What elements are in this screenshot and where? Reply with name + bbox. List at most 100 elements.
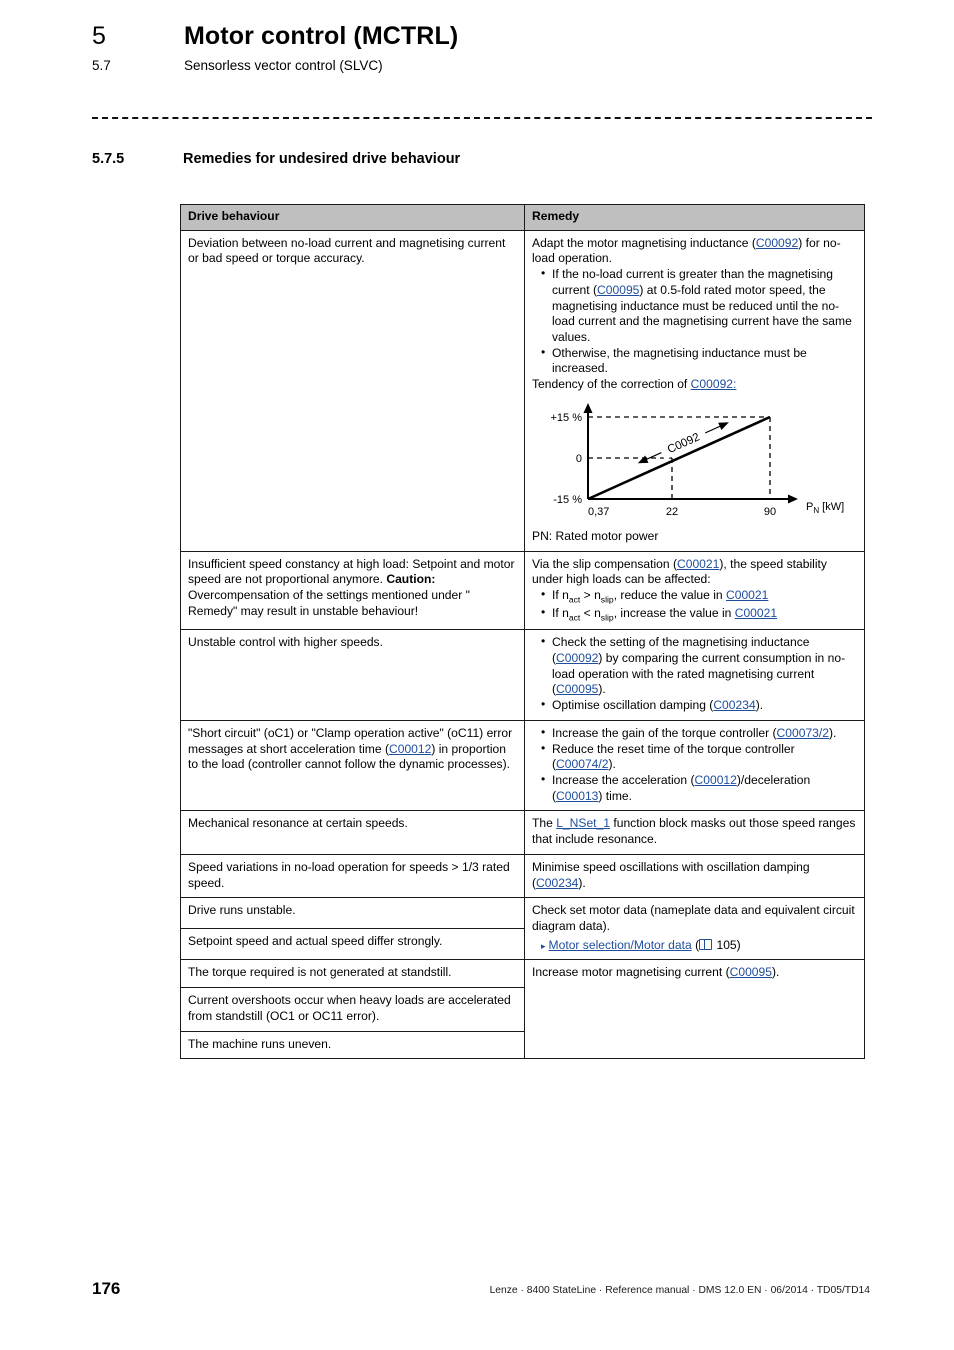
bullet-text: Increase the acceleration (: [552, 772, 695, 787]
remedy-bullet-list: If nact > nslip, reduce the value in C00…: [532, 587, 857, 624]
param-link-c00234[interactable]: C00234: [536, 876, 578, 890]
header-chapter-row: 5 Motor control (MCTRL): [92, 22, 872, 51]
list-item: If the no-load current is greater than t…: [541, 266, 857, 346]
behaviour-text: Insufficient speed constancy at high loa…: [188, 556, 515, 587]
param-link-c00234[interactable]: C00234: [713, 698, 755, 712]
table-row: Deviation between no-load current and ma…: [180, 229, 865, 552]
remedy-bullet-list: Increase the gain of the torque controll…: [532, 725, 857, 805]
footer-imprint: Lenze · 8400 StateLine · Reference manua…: [489, 1285, 870, 1296]
list-item: If nact < nslip, increase the value in C…: [541, 605, 857, 624]
list-item: Optimise oscillation damping (C00234).: [541, 697, 857, 714]
cell-behaviour: The machine runs uneven.: [180, 1030, 525, 1060]
subscript-act: act: [568, 594, 581, 605]
cell-behaviour: The torque required is not generated at …: [180, 959, 525, 989]
param-link-c00092[interactable]: C00092: [756, 236, 798, 250]
table-row: The torque required is not generated at …: [180, 959, 865, 1060]
param-link-c00095[interactable]: C00095: [730, 965, 772, 979]
bullet-text-post: , reduce the value in: [613, 588, 726, 603]
remedies-table: Drive behaviour Remedy Deviation between…: [180, 204, 865, 1060]
correction-tendency-chart: C0092 +15 % 0 -15 % 0,37 22 90 PN [kW]: [532, 399, 857, 527]
chart-ytick-top: +15 %: [551, 412, 583, 424]
tendency-line: Tendency of the correction of C00092:: [532, 377, 857, 393]
bullet-text: Optimise oscillation damping (: [552, 698, 714, 713]
remedy-text-cont: ).: [578, 875, 586, 890]
bullet-text: If n: [552, 605, 569, 620]
param-link-c00095[interactable]: C00095: [556, 682, 598, 696]
chapter-number: 5: [92, 22, 107, 50]
subscript-act: act: [568, 612, 581, 623]
bullet-text-post: ).: [608, 757, 616, 772]
triangle-right-icon: ▸: [541, 940, 546, 951]
header-section-number: 5.7: [92, 58, 111, 73]
table-header-row: Drive behaviour Remedy: [180, 204, 865, 231]
book-icon: [699, 938, 713, 950]
param-link-c00013[interactable]: C00013: [556, 789, 598, 803]
cell-behaviour: Insufficient speed constancy at high loa…: [180, 550, 525, 631]
document-page: 5 Motor control (MCTRL) 5.7 Sensorless v…: [0, 0, 954, 1350]
param-link-c00074-2[interactable]: C00074/2: [556, 757, 608, 771]
table-row: Speed variations in no-load operation fo…: [180, 853, 865, 899]
cross-reference[interactable]: ▸ Motor selection/Motor data ( 105): [532, 938, 857, 954]
remedy-text-cont: ).: [772, 965, 780, 980]
table-row: Insufficient speed constancy at high loa…: [180, 550, 865, 631]
cell-behaviour: Unstable control with higher speeds.: [180, 629, 525, 721]
list-item: Reduce the reset time of the torque cont…: [541, 741, 857, 773]
cell-behaviour: "Short circuit" (oC1) or "Clamp operatio…: [180, 719, 525, 812]
param-link-c00012[interactable]: C00012: [389, 742, 431, 756]
cell-remedy: Increase the gain of the torque controll…: [524, 719, 865, 812]
caution-text: Overcompensation of the settings mention…: [188, 588, 470, 618]
bullet-text-post: ).: [755, 698, 764, 713]
chart-xtick-1: 22: [666, 506, 678, 518]
bullet-text-post: , increase the value in: [613, 605, 735, 620]
chart-annotation-group: C0092: [637, 422, 729, 464]
table-row: Mechanical resonance at certain speeds. …: [180, 810, 865, 855]
arrow-left-icon: [637, 455, 649, 464]
cell-remedy: Check set motor data (nameplate data and…: [524, 897, 865, 961]
cell-behaviour: Drive runs unstable.: [180, 897, 525, 930]
cell-behaviour: Speed variations in no-load operation fo…: [180, 853, 525, 899]
list-item: Otherwise, the magnetising inductance mu…: [541, 345, 857, 377]
chart-caption: PN: Rated motor power: [532, 528, 659, 543]
remedy-text: Via the slip compensation (: [532, 556, 677, 571]
remedy-text: Increase motor magnetising current (: [532, 965, 730, 980]
caution-label: Caution:: [386, 572, 436, 587]
tendency-text: Tendency of the correction of: [532, 377, 691, 392]
table-row: "Short circuit" (oC1) or "Clamp operatio…: [180, 719, 865, 812]
cell-behaviour: Current overshoots occur when heavy load…: [180, 987, 525, 1032]
param-link-c00092[interactable]: C00092: [556, 651, 598, 665]
cell-remedy: The L_NSet_1 function block masks out th…: [524, 810, 865, 855]
param-link-c00021-reduce[interactable]: C00021: [726, 588, 768, 602]
remedy-bullet-list: Check the setting of the magnetising ind…: [532, 634, 857, 714]
param-link-c00092-tendency[interactable]: C00092:: [691, 377, 737, 391]
param-link-c00073-2[interactable]: C00073/2: [777, 726, 829, 740]
remedies-table-wrapper: Drive behaviour Remedy Deviation between…: [180, 204, 865, 1060]
column-header-drive-behaviour: Drive behaviour: [180, 204, 525, 231]
chart-ytick-bottom: -15 %: [553, 494, 582, 506]
cell-behaviour: Deviation between no-load current and ma…: [180, 229, 525, 552]
param-link-c00012-accel[interactable]: C00012: [695, 773, 737, 787]
header-divider: [92, 117, 872, 119]
bullet-text: If n: [552, 588, 569, 603]
chart-x-arrow-icon: [788, 494, 798, 504]
remedy-text: The: [532, 816, 557, 831]
xref-link-motor-selection[interactable]: Motor selection/Motor data: [549, 938, 692, 952]
page-number: 176: [92, 1279, 121, 1298]
bullet-text-post: ) time.: [598, 788, 633, 803]
remedy-text: Adapt the motor magnetising inductance (: [532, 235, 756, 250]
list-item: If nact > nslip, reduce the value in C00…: [541, 587, 857, 606]
cell-remedy: Via the slip compensation (C00021), the …: [524, 550, 865, 631]
chart-ytick-mid: 0: [576, 453, 582, 465]
bullet-text-post: ).: [598, 682, 606, 697]
param-link-c00021-increase[interactable]: C00021: [735, 606, 777, 620]
chapter-title: Motor control (MCTRL): [184, 22, 459, 50]
function-block-link-l-nset-1[interactable]: L_NSet_1: [556, 816, 610, 830]
cell-behaviour: Setpoint speed and actual speed differ s…: [180, 928, 525, 961]
bullet-text-mid: < n: [580, 605, 601, 620]
arrow-right-icon: [718, 422, 729, 430]
param-link-c00095[interactable]: C00095: [597, 283, 639, 297]
chart-xtick-2: 90: [764, 506, 776, 518]
chart-xaxis-label-unit: [kW]: [819, 501, 844, 513]
header-section-row: 5.7 Sensorless vector control (SLVC): [92, 58, 872, 73]
param-link-c00021[interactable]: C00021: [677, 557, 719, 571]
bullet-text: Increase the gain of the torque controll…: [552, 725, 777, 740]
